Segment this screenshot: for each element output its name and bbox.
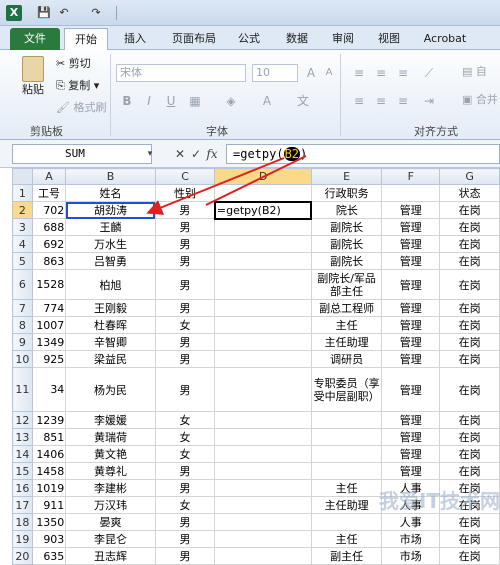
cell-a[interactable]: 903 <box>31 530 67 548</box>
cell-g[interactable]: 在岗 <box>439 547 500 565</box>
arrow-formula-to-b2 <box>146 157 285 215</box>
cell-b[interactable]: 晏爽 <box>65 513 156 531</box>
cell-d[interactable] <box>214 513 312 531</box>
watermark: 我爱IT技术网 <box>378 489 500 513</box>
cell-f[interactable]: 市场 <box>381 547 441 565</box>
cell-a[interactable]: 1350 <box>31 513 67 531</box>
cell-b[interactable]: 丑志辉 <box>65 547 156 565</box>
cell-d[interactable] <box>214 547 312 565</box>
cell-f[interactable]: 人事 <box>381 513 441 531</box>
row-header[interactable]: 19 <box>12 530 33 548</box>
cell-g[interactable]: 在岗 <box>439 530 500 548</box>
table-row: 19 903 李昆仑男 主任 市场 在岗 <box>12 530 500 548</box>
cell-e[interactable] <box>310 513 383 531</box>
cell-b[interactable]: 李昆仑 <box>65 530 156 548</box>
cell-c[interactable]: 男 <box>154 547 216 565</box>
cell-d[interactable] <box>214 530 312 548</box>
annotation-arrows <box>146 155 307 215</box>
cell-f[interactable]: 市场 <box>381 530 441 548</box>
cell-c[interactable]: 男 <box>154 530 216 548</box>
cell-c[interactable]: 男 <box>154 513 216 531</box>
cell-a[interactable]: 635 <box>31 547 67 565</box>
table-row: 18 1350 晏爽男 人事 在岗 <box>12 513 500 531</box>
cell-e[interactable]: 主任 <box>310 530 383 548</box>
table-row: 20 635 丑志辉男 副主任 市场 在岗 <box>12 547 500 565</box>
cell-e[interactable]: 副主任 <box>310 547 383 565</box>
arrow-formula-to-d2 <box>205 155 307 206</box>
cell-g[interactable]: 在岗 <box>439 513 500 531</box>
row-header[interactable]: 18 <box>12 513 33 531</box>
row-header[interactable]: 20 <box>12 547 33 565</box>
